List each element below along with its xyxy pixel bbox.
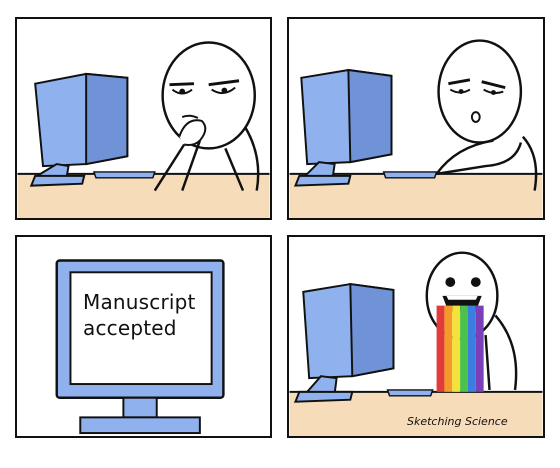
- computer-monitor: [293, 68, 393, 187]
- computer-monitor: [29, 72, 129, 187]
- rainbow-vomit: [436, 305, 484, 392]
- comic-panel-4: Sketching Science: [287, 235, 545, 438]
- comic-panel-1: [15, 17, 272, 220]
- signature: Sketching Science: [407, 415, 508, 428]
- character-head: [161, 41, 256, 150]
- comic-panel-2: [287, 17, 545, 220]
- screen-text-line-2: accepted: [83, 316, 177, 340]
- monitor-screen-text: Manuscript accepted: [83, 289, 196, 341]
- character-head: [437, 39, 523, 144]
- panel-4-drawing: [289, 251, 543, 436]
- keyboard: [382, 171, 438, 179]
- character-body: [484, 314, 518, 391]
- computer-monitor-front: [55, 259, 225, 435]
- screen-text-line-1: Manuscript: [83, 290, 196, 314]
- comic-panel-3: Manuscript accepted: [15, 235, 272, 438]
- panel-1-drawing: [17, 41, 270, 218]
- keyboard: [386, 389, 434, 397]
- keyboard: [92, 171, 156, 179]
- computer-monitor: [293, 282, 395, 403]
- panel-2-drawing: [289, 39, 543, 218]
